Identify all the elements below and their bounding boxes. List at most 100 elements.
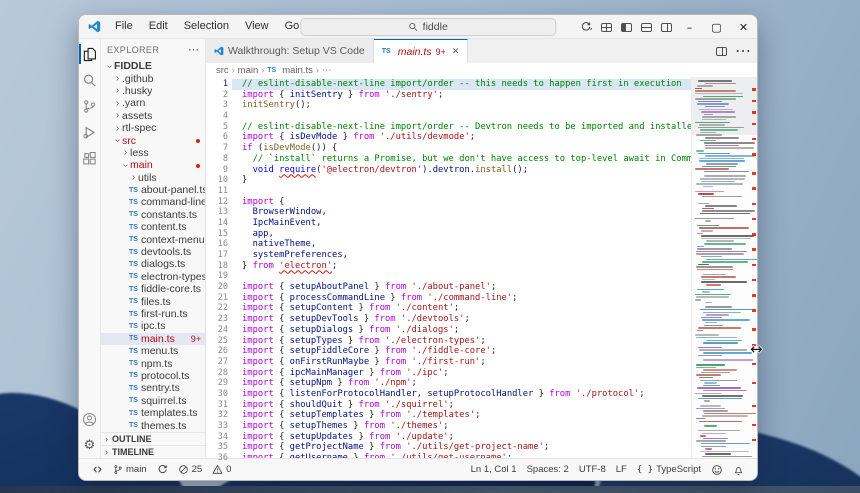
section-timeline[interactable]: ›TIMELINE xyxy=(101,445,205,458)
tree-item-label: less xyxy=(130,147,149,159)
tree-item-squirrel-ts[interactable]: TSsquirrel.ts xyxy=(101,395,205,407)
tree-item-ipc-ts[interactable]: TSipc.ts xyxy=(101,320,205,332)
tab-close-icon[interactable]: ✕ xyxy=(452,46,460,57)
tree-item-first-run-ts[interactable]: TSfirst-run.ts xyxy=(101,308,205,320)
views-more-actions-icon[interactable]: ⋯ xyxy=(188,43,199,56)
section-outline[interactable]: ›OUTLINE xyxy=(101,432,205,445)
tree-item-context-menu-ts[interactable]: TScontext-menu.ts xyxy=(101,233,205,245)
status-error[interactable]: 25 xyxy=(173,464,208,475)
breadcrumb-item[interactable]: src xyxy=(216,65,229,76)
tree-item-src[interactable]: ›src xyxy=(101,134,205,146)
tree-item-assets[interactable]: ›assets xyxy=(101,110,205,122)
code-line: import { getUsername } from './utils/get… xyxy=(242,453,691,458)
tree-item-rtl-spec[interactable]: ›rtl-spec xyxy=(101,122,205,134)
breadcrumb-item[interactable]: main.ts xyxy=(282,65,313,76)
line-number: 11 xyxy=(206,186,232,197)
menu-item-edit[interactable]: Edit xyxy=(142,18,175,35)
overview-ruler-error-mark xyxy=(752,309,756,312)
tree-item-content-ts[interactable]: TScontent.ts xyxy=(101,221,205,233)
tree-item-utils[interactable]: ›utils xyxy=(101,172,205,184)
code-line: import { setupNpm } from './npm'; xyxy=(242,378,691,389)
tree-item-label: .husky xyxy=(122,85,152,97)
close-button[interactable]: ✕ xyxy=(730,15,757,39)
maximize-button[interactable]: ▢ xyxy=(703,15,730,39)
code-lines[interactable]: // eslint-disable-next-line import/order… xyxy=(232,77,691,458)
code-line: app, xyxy=(242,229,691,240)
status-branch[interactable]: main xyxy=(108,464,152,475)
tree-item-main-ts[interactable]: TSmain.ts9+ xyxy=(101,333,205,345)
tree-item-devtools-ts[interactable]: TSdevtools.ts xyxy=(101,246,205,258)
typescript-file-icon: TS xyxy=(129,323,138,330)
menu-item-selection[interactable]: Selection xyxy=(177,18,236,35)
toggle-secondary-sidebar-icon[interactable] xyxy=(656,17,676,37)
tree-item-fiddle-core-ts[interactable]: TSfiddle-core.ts xyxy=(101,283,205,295)
run-debug-icon[interactable] xyxy=(79,119,101,145)
tab-main-ts[interactable]: TSmain.ts9+✕ xyxy=(374,39,469,63)
search-icon[interactable] xyxy=(79,67,101,93)
command-center-search[interactable]: fiddle xyxy=(300,18,556,36)
tree-item-constants-ts[interactable]: TSconstants.ts xyxy=(101,209,205,221)
sync-changes-icon[interactable] xyxy=(576,17,596,37)
minimize-button[interactable]: – xyxy=(676,15,703,39)
toggle-panel-icon[interactable] xyxy=(636,17,656,37)
tree-item--yarn[interactable]: ›.yarn xyxy=(101,97,205,109)
settings-icon[interactable]: ⚙ xyxy=(79,432,101,458)
status-sync[interactable] xyxy=(152,464,173,475)
tree-item-templates-ts[interactable]: TStemplates.ts xyxy=(101,407,205,419)
source-control-icon[interactable] xyxy=(79,93,101,119)
overview-ruler-error-mark xyxy=(752,328,756,331)
split-editor-icon[interactable] xyxy=(716,47,727,56)
overview-ruler-error-mark xyxy=(752,187,756,190)
status-lf[interactable]: LF xyxy=(611,464,632,475)
tree-item-label: main xyxy=(130,159,153,171)
menu-item-view[interactable]: View xyxy=(238,18,276,35)
tree-item-less[interactable]: ›less xyxy=(101,147,205,159)
tree-item-label: npm.ts xyxy=(141,358,173,370)
menu-item-file[interactable]: File xyxy=(108,18,140,35)
toggle-sidebar-icon[interactable] xyxy=(616,17,636,37)
tree-item-dialogs-ts[interactable]: TSdialogs.ts xyxy=(101,258,205,270)
tab-walkthrough--setup-vs-code[interactable]: Walkthrough: Setup VS Code xyxy=(206,39,374,63)
code-line: import { onFirstRunMaybe } from './first… xyxy=(242,357,691,368)
editor-group: Walkthrough: Setup VS CodeTSmain.ts9+✕ ⋯… xyxy=(206,39,757,458)
status-warning[interactable]: 0 xyxy=(207,464,236,475)
tree-item--husky[interactable]: ›.husky xyxy=(101,85,205,97)
tree-item-FIDDLE[interactable]: ›FIDDLE xyxy=(101,60,205,72)
tree-item-menu-ts[interactable]: TSmenu.ts xyxy=(101,345,205,357)
status-bell[interactable] xyxy=(728,464,749,476)
tree-item-protocol-ts[interactable]: TSprotocol.ts xyxy=(101,370,205,382)
tree-item-sentry-ts[interactable]: TSsentry.ts xyxy=(101,382,205,394)
code-line: import { setupAboutPanel } from './about… xyxy=(242,282,691,293)
status-spaces--2[interactable]: Spaces: 2 xyxy=(522,464,574,475)
tree-item-files-ts[interactable]: TSfiles.ts xyxy=(101,295,205,307)
tree-item-electron-types-ts[interactable]: TSelectron-types.ts xyxy=(101,271,205,283)
chevron-right-icon: › xyxy=(101,447,112,457)
line-number: 25 xyxy=(206,336,232,347)
titlebar[interactable]: FileEditSelectionViewGo⋯ ← → fiddle – ▢ … xyxy=(79,15,757,39)
status-braces[interactable]: { }TypeScript xyxy=(632,464,706,475)
tree-item-command-line-ts[interactable]: TScommand-line.ts xyxy=(101,196,205,208)
accounts-icon[interactable] xyxy=(79,406,101,432)
tree-item-npm-ts[interactable]: TSnpm.ts xyxy=(101,357,205,369)
breadcrumb-item[interactable]: main xyxy=(238,65,259,76)
tree-item-label: constants.ts xyxy=(141,209,197,221)
explorer-icon[interactable] xyxy=(79,41,101,67)
editor-more-actions-icon[interactable]: ⋯ xyxy=(735,41,751,61)
tree-item-main[interactable]: ›main xyxy=(101,159,205,171)
tree-item--github[interactable]: ›.github xyxy=(101,72,205,84)
customize-layout-icon[interactable] xyxy=(596,17,616,37)
minimap[interactable] xyxy=(691,77,757,458)
taskbar-edge xyxy=(0,486,860,493)
tree-item-about-panel-ts[interactable]: TSabout-panel.ts xyxy=(101,184,205,196)
breadcrumb-item[interactable]: ⋯ xyxy=(322,65,332,76)
chevron-down-icon: › xyxy=(104,62,115,71)
status-feedback[interactable] xyxy=(706,464,728,476)
tree-item-label: context-menu.ts xyxy=(141,234,205,246)
status-remote[interactable] xyxy=(87,464,108,475)
extensions-icon[interactable] xyxy=(79,145,101,171)
status-ln-1--col-1[interactable]: Ln 1, Col 1 xyxy=(466,464,522,475)
status-utf-8[interactable]: UTF-8 xyxy=(574,464,611,475)
modified-dot-indicator xyxy=(196,139,200,143)
code-editor[interactable]: 1234567891011121314151617181920212223242… xyxy=(206,77,757,458)
tree-item-themes-ts[interactable]: TSthemes.ts xyxy=(101,419,205,431)
